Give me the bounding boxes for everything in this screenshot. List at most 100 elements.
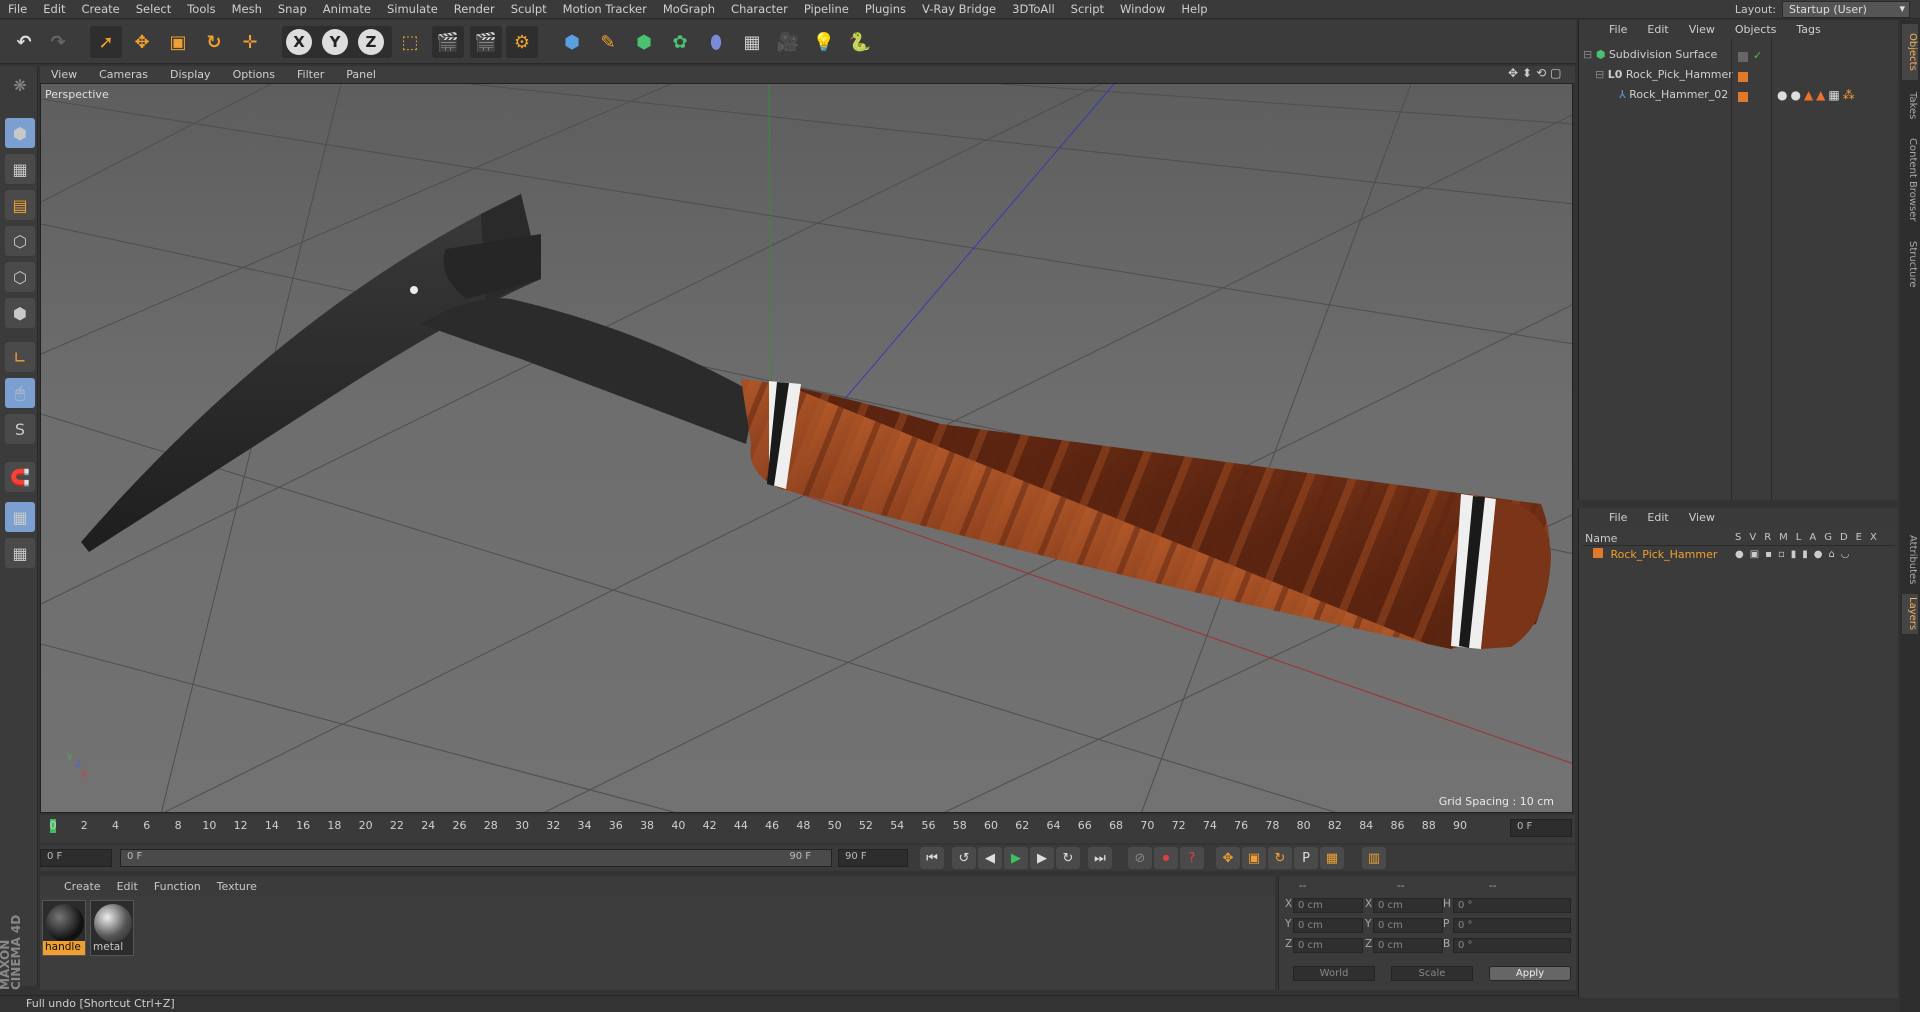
layer-col-v[interactable]: V bbox=[1749, 532, 1756, 543]
viewport-menu-filter[interactable]: Filter bbox=[286, 68, 335, 81]
viewport-perspective[interactable]: Perspective Grid Spacing : 10 cm Y Z X bbox=[40, 83, 1573, 813]
render-picture-viewer-icon[interactable]: 🎬 bbox=[470, 26, 502, 58]
menu-plugins[interactable]: Plugins bbox=[857, 2, 914, 16]
lock-workplane-icon[interactable]: ▦ bbox=[5, 538, 35, 568]
layer-col-d[interactable]: D bbox=[1840, 532, 1848, 543]
tree-collapse-icon-2[interactable]: ⊟ bbox=[1595, 68, 1604, 81]
menu-pipeline[interactable]: Pipeline bbox=[796, 2, 857, 16]
key-scale-icon[interactable]: ▣ bbox=[1242, 847, 1266, 869]
tree-item-subdivision[interactable]: ⊟ ⬢ Subdivision Surface bbox=[1583, 46, 1717, 64]
apply-button[interactable]: Apply bbox=[1489, 966, 1571, 981]
layer-row-rock-pick-hammer[interactable]: Rock_Pick_Hammer bbox=[1593, 546, 1717, 564]
coord-space-dropdown[interactable]: World bbox=[1293, 966, 1375, 981]
subdivision-icon[interactable]: ⬢ bbox=[628, 26, 660, 58]
menu-window[interactable]: Window bbox=[1112, 2, 1173, 16]
viewport-menu-panel[interactable]: Panel bbox=[335, 68, 387, 81]
menu-v-ray-bridge[interactable]: V-Ray Bridge bbox=[914, 2, 1004, 16]
menu-mograph[interactable]: MoGraph bbox=[655, 2, 723, 16]
enabled-check-icon[interactable]: ✓ bbox=[1753, 49, 1762, 62]
layout-dropdown[interactable]: Startup (User) bbox=[1782, 1, 1910, 18]
key-position-icon[interactable]: ✥ bbox=[1216, 847, 1240, 869]
coord-field[interactable]: 0 cm bbox=[1293, 938, 1363, 953]
texture-mode-icon[interactable]: ▦ bbox=[5, 154, 35, 184]
coord-field[interactable]: 0 cm bbox=[1373, 938, 1443, 953]
light-icon[interactable]: 💡 bbox=[808, 26, 840, 58]
autokey-icon[interactable]: ? bbox=[1180, 847, 1204, 869]
y-axis-button[interactable]: Y bbox=[322, 29, 348, 55]
coord-field[interactable]: 0 cm bbox=[1373, 898, 1443, 913]
tree-collapse-icon[interactable]: ⊟ bbox=[1583, 48, 1592, 61]
viewport-nav-icons[interactable]: ✥⬍⟲▢ bbox=[1508, 66, 1574, 83]
menu-render[interactable]: Render bbox=[446, 2, 503, 16]
viewport-menu-display[interactable]: Display bbox=[159, 68, 222, 81]
object-tags[interactable]: ●●▲▲▦⁂ bbox=[1777, 88, 1877, 104]
layer-tag-subdivision[interactable] bbox=[1738, 52, 1748, 62]
tree-item-rock-pick-hammer[interactable]: ⊟ L0 Rock_Pick_Hammer bbox=[1595, 66, 1733, 84]
layer-color-swatch[interactable] bbox=[1593, 548, 1603, 558]
material-menu-texture[interactable]: Texture bbox=[209, 880, 265, 893]
range-slider[interactable]: 0 F 90 F bbox=[120, 849, 832, 867]
menu-help[interactable]: Help bbox=[1173, 2, 1215, 16]
menu-animate[interactable]: Animate bbox=[315, 2, 379, 16]
play-icon[interactable]: ▶ bbox=[1004, 847, 1028, 869]
z-axis-button[interactable]: Z bbox=[358, 29, 384, 55]
axis-mode-icon[interactable]: ∟ bbox=[5, 342, 35, 372]
tree-item-rock-hammer-02[interactable]: ⅄ Rock_Hammer_02 bbox=[1619, 86, 1728, 104]
layer-menu-file[interactable]: File bbox=[1599, 511, 1637, 524]
material-menu-create[interactable]: Create bbox=[56, 880, 109, 893]
current-frame-field[interactable]: 0 F bbox=[1510, 819, 1572, 837]
layer-tag-hammer[interactable] bbox=[1738, 72, 1748, 82]
object-menu-objects[interactable]: Objects bbox=[1725, 23, 1787, 36]
object-menu-view[interactable]: View bbox=[1679, 23, 1725, 36]
menu-sculpt[interactable]: Sculpt bbox=[503, 2, 555, 16]
timeline-window-icon[interactable]: ▥ bbox=[1362, 847, 1386, 869]
move-2-tool-icon[interactable]: ✛ bbox=[234, 26, 266, 58]
render-view-icon[interactable]: 🎬 bbox=[432, 26, 464, 58]
floor-icon[interactable]: ▦ bbox=[736, 26, 768, 58]
viewport-menu-view[interactable]: View bbox=[40, 68, 88, 81]
pen-icon[interactable]: ✎ bbox=[592, 26, 624, 58]
make-editable-icon[interactable]: ❋ bbox=[5, 70, 35, 100]
layer-col-e[interactable]: E bbox=[1856, 532, 1862, 543]
menu-character[interactable]: Character bbox=[723, 2, 796, 16]
mograph-cloner-icon[interactable]: ✿ bbox=[664, 26, 696, 58]
solo-icon[interactable]: S bbox=[5, 414, 35, 444]
key-parameter-icon[interactable]: P bbox=[1294, 847, 1318, 869]
x-axis-button[interactable]: X bbox=[286, 29, 312, 55]
tab-objects[interactable]: Objects bbox=[1902, 24, 1918, 80]
layer-tag-hammer-02[interactable] bbox=[1738, 92, 1748, 102]
timeline-ruler[interactable]: 0 F 0 2 4 6 8 10 12 14 16 18 20 22 24 26 28 30 32 34 36 38 4… bbox=[40, 815, 1575, 843]
next-frame-icon[interactable]: ▶ bbox=[1030, 847, 1054, 869]
cube-icon[interactable]: ⬢ bbox=[556, 26, 588, 58]
coord-field[interactable]: 0 cm bbox=[1293, 898, 1363, 913]
end-frame-field[interactable]: 90 F bbox=[838, 849, 908, 867]
layer-col-r[interactable]: R bbox=[1764, 532, 1771, 543]
undo-icon[interactable]: ↶ bbox=[8, 26, 40, 58]
motion-record-icon[interactable]: ⊘ bbox=[1128, 847, 1152, 869]
coord-field[interactable]: 0 cm bbox=[1373, 918, 1443, 933]
viewport-menu-cameras[interactable]: Cameras bbox=[88, 68, 159, 81]
polygons-mode-icon[interactable]: ⬢ bbox=[5, 298, 35, 328]
menu-simulate[interactable]: Simulate bbox=[379, 2, 446, 16]
material-metal[interactable]: metal bbox=[90, 900, 134, 956]
next-key-icon[interactable]: ↻ bbox=[1056, 847, 1080, 869]
tab-content-browser[interactable]: Content Browser bbox=[1902, 132, 1918, 228]
select-tool-icon[interactable]: ➚ bbox=[90, 26, 122, 58]
viewport-menu-options[interactable]: Options bbox=[222, 68, 286, 81]
object-menu-tags[interactable]: Tags bbox=[1786, 23, 1830, 36]
render-settings-icon[interactable]: ⚙ bbox=[506, 26, 538, 58]
layer-toggle-icons[interactable]: ●▣▪▫▮▮●⌂◡ bbox=[1735, 549, 1856, 560]
menu-script[interactable]: Script bbox=[1063, 2, 1112, 16]
menu-motion-tracker[interactable]: Motion Tracker bbox=[555, 2, 655, 16]
go-to-end-icon[interactable]: ⏭ bbox=[1088, 847, 1112, 869]
coord-field[interactable]: 0 ° bbox=[1453, 918, 1571, 933]
material-menu-edit[interactable]: Edit bbox=[109, 880, 146, 893]
tab-attributes[interactable]: Attributes bbox=[1902, 530, 1918, 590]
key-rotation-icon[interactable]: ↻ bbox=[1268, 847, 1292, 869]
coord-mode-dropdown[interactable]: Scale bbox=[1391, 966, 1473, 981]
menu-create[interactable]: Create bbox=[74, 2, 128, 16]
start-frame-field[interactable]: 0 F bbox=[40, 849, 112, 867]
layer-col-m[interactable]: M bbox=[1779, 532, 1788, 543]
coord-field[interactable]: 0 ° bbox=[1453, 898, 1571, 913]
python-icon[interactable]: 🐍 bbox=[844, 26, 876, 58]
